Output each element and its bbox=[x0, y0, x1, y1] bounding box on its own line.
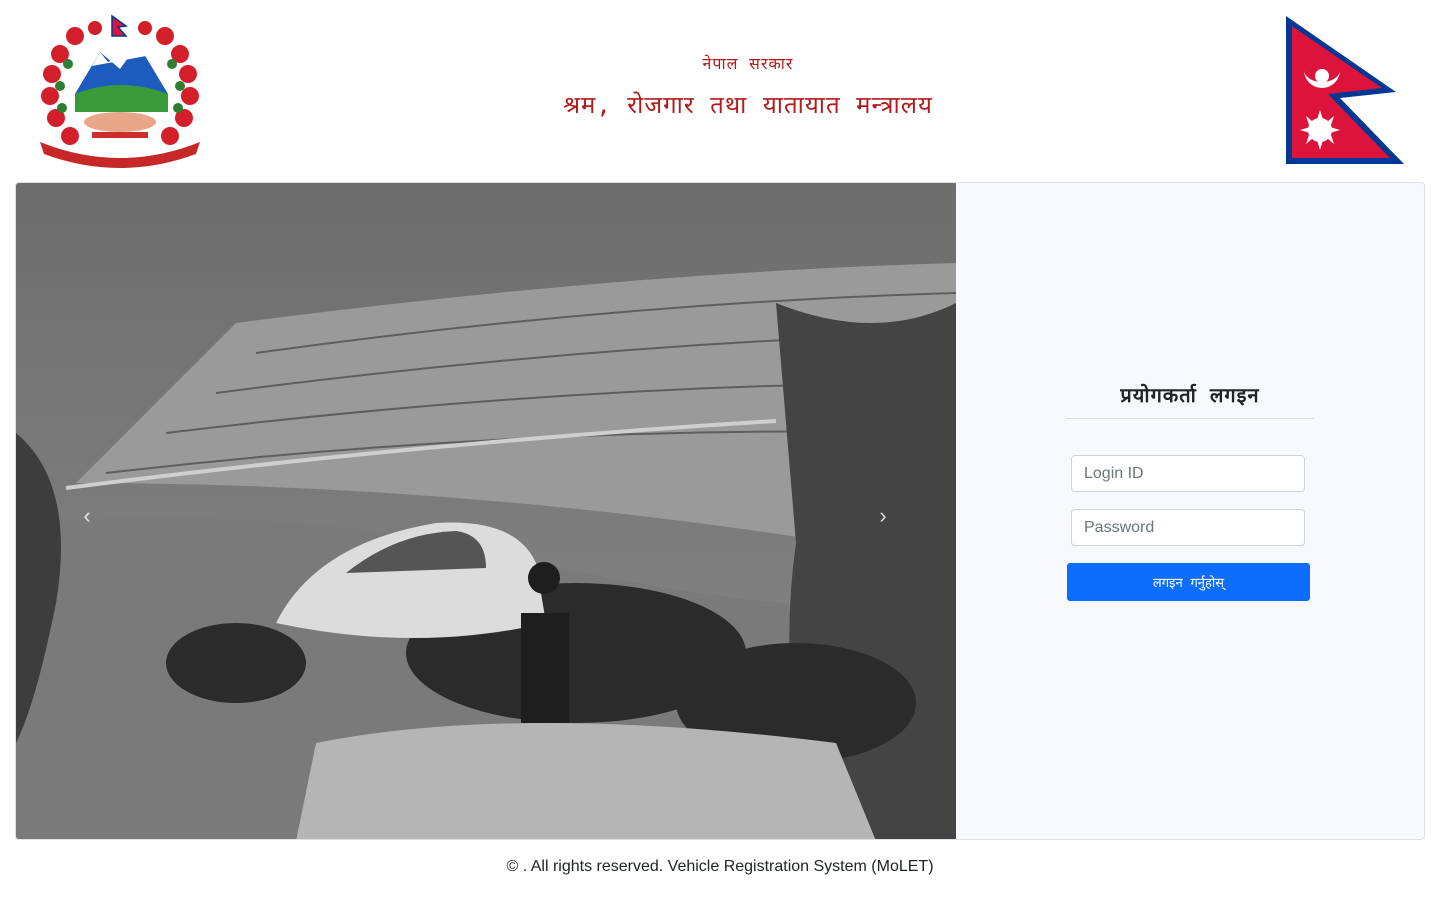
login-form: प्रयोगकर्ता लगइन लगइन गर्नुहोस् bbox=[1066, 381, 1314, 601]
nepal-emblem-icon bbox=[30, 14, 210, 169]
chevron-left-icon: ‹ bbox=[83, 503, 91, 528]
header-titles: नेपाल सरकार श्रम, रोजगार तथा यातायात मन्… bbox=[420, 52, 1076, 121]
carousel-prev-button[interactable]: ‹ bbox=[72, 501, 102, 531]
copyright-text: © . All rights reserved. Vehicle Registr… bbox=[506, 858, 934, 875]
login-button[interactable]: लगइन गर्नुहोस् bbox=[1067, 563, 1310, 601]
password-input[interactable] bbox=[1071, 509, 1305, 546]
page-footer: © . All rights reserved. Vehicle Registr… bbox=[0, 858, 1440, 876]
government-label: नेपाल सरकार bbox=[702, 54, 794, 73]
main-panel: ‹ › प्रयोगकर्ता लगइन लगइन गर्नुहोस् bbox=[15, 182, 1425, 840]
ministry-title: श्रम, रोजगार तथा यातायात मन्त्रालय bbox=[563, 91, 933, 119]
login-title: प्रयोगकर्ता लगइन bbox=[1066, 381, 1314, 419]
chevron-right-icon: › bbox=[879, 503, 887, 528]
carousel-photo bbox=[16, 183, 956, 839]
nepal-flag-icon bbox=[1282, 14, 1408, 166]
page-header: नेपाल सरकार श्रम, रोजगार तथा यातायात मन्… bbox=[0, 0, 1440, 182]
carousel-next-button[interactable]: › bbox=[868, 501, 898, 531]
login-id-input[interactable] bbox=[1071, 455, 1305, 492]
image-carousel[interactable]: ‹ › bbox=[16, 183, 956, 839]
